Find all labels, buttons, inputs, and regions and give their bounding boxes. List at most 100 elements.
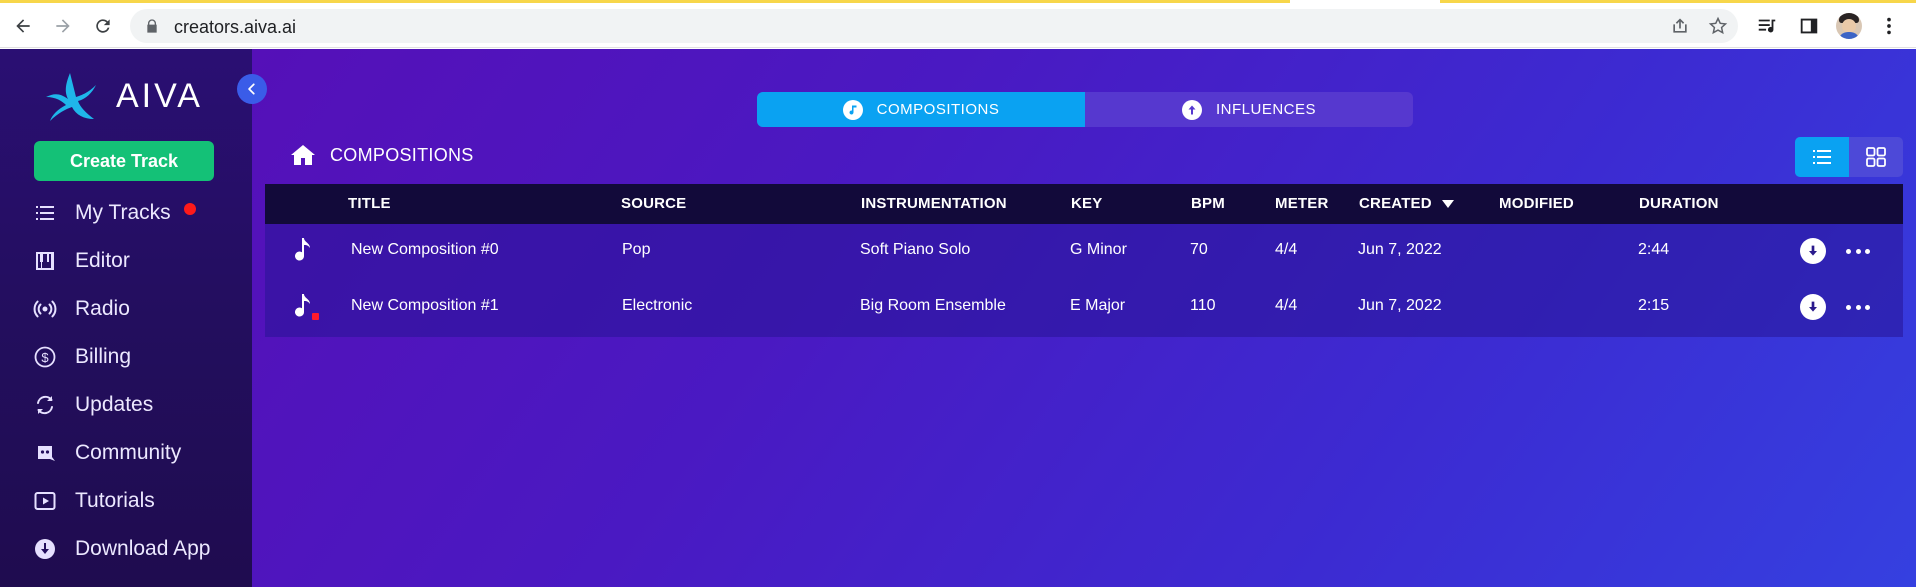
kebab-menu-icon[interactable] <box>1878 15 1900 37</box>
sidebar-item-label: Editor <box>75 249 130 272</box>
header-duration[interactable]: DURATION <box>1639 195 1719 212</box>
discord-icon <box>38 446 55 461</box>
piano-icon <box>36 252 54 270</box>
header-created[interactable]: CREATED <box>1359 195 1455 212</box>
cell-title: New Composition #0 <box>351 241 499 258</box>
header-modified[interactable]: MODIFIED <box>1499 195 1574 212</box>
new-indicator-dot <box>312 313 319 320</box>
reload-icon <box>96 19 110 33</box>
sidebar-item-community[interactable]: Community <box>0 433 252 473</box>
breadcrumb: COMPOSITIONS <box>290 143 474 167</box>
view-toggle <box>1795 137 1903 177</box>
radio-icon <box>33 300 57 318</box>
section-tabs: COMPOSITIONS INFLUENCES <box>757 92 1413 127</box>
download-icon <box>1809 301 1817 312</box>
sidebar-item-label: Radio <box>75 297 130 320</box>
music-note-icon <box>295 294 310 317</box>
sidebar-item-label: Community <box>75 441 182 464</box>
header-source[interactable]: SOURCE <box>621 195 686 212</box>
sidebar-item-billing[interactable]: $ Billing <box>0 337 252 377</box>
share-icon[interactable] <box>1670 16 1690 36</box>
header-instrumentation[interactable]: INSTRUMENTATION <box>861 195 1007 212</box>
sidebar-item-editor[interactable]: Editor <box>0 241 252 281</box>
cell-duration: 2:15 <box>1638 297 1670 314</box>
browser-toolbar: creators.aiva.ai <box>0 3 1916 48</box>
table-body: New Composition #0 Pop Soft Piano Solo G… <box>265 224 1903 337</box>
collapse-sidebar-button[interactable] <box>237 74 267 104</box>
sidebar-item-radio[interactable]: Radio <box>0 289 252 329</box>
list-view-button[interactable] <box>1795 137 1849 177</box>
cell-created: Jun 7, 2022 <box>1358 297 1442 314</box>
header-title[interactable]: TITLE <box>348 195 391 212</box>
sidebar-item-updates[interactable]: Updates <box>0 385 252 425</box>
tab-label: COMPOSITIONS <box>876 101 1000 118</box>
download-icon <box>1809 245 1817 256</box>
cell-instrumentation: Big Room Ensemble <box>860 297 1006 314</box>
header-created-label: CREATED <box>1359 195 1432 212</box>
sidebar-item-label: Billing <box>75 345 132 368</box>
forward-button[interactable] <box>48 11 78 41</box>
cell-meter: 4/4 <box>1275 241 1298 258</box>
create-track-button[interactable]: Create Track <box>34 141 214 181</box>
cell-meter: 4/4 <box>1275 297 1298 314</box>
grid-view-icon <box>1866 147 1886 167</box>
cell-duration: 2:44 <box>1638 241 1670 258</box>
address-bar[interactable]: creators.aiva.ai <box>130 9 1738 43</box>
dollar-icon: $ <box>34 346 56 368</box>
cell-key: G Minor <box>1070 241 1127 258</box>
side-panel-icon[interactable] <box>1798 15 1820 37</box>
list-view-icon <box>1813 150 1831 164</box>
home-icon[interactable] <box>290 143 316 167</box>
cell-source: Pop <box>622 241 651 258</box>
sidebar-item-label: Updates <box>75 393 154 416</box>
sidebar-item-download-app[interactable]: Download App <box>0 529 252 569</box>
table-header: TITLE SOURCE INSTRUMENTATION KEY BPM MET… <box>265 184 1903 224</box>
header-bpm[interactable]: BPM <box>1191 195 1225 212</box>
upload-arrow-icon <box>1181 99 1202 120</box>
more-options-button[interactable] <box>1842 238 1874 264</box>
arrow-right-icon <box>56 19 70 33</box>
back-button[interactable] <box>8 11 38 41</box>
table-row[interactable]: New Composition #0 Pop Soft Piano Solo G… <box>265 224 1903 280</box>
sidebar-item-label: Download App <box>75 537 211 560</box>
sidebar-item-label: My Tracks <box>75 201 171 224</box>
sidebar-item-label: Tutorials <box>75 489 155 512</box>
breadcrumb-label: COMPOSITIONS <box>330 144 474 165</box>
media-queue-icon[interactable] <box>1756 15 1778 37</box>
download-button[interactable] <box>1800 238 1826 264</box>
cell-instrumentation: Soft Piano Solo <box>860 241 971 258</box>
header-meter[interactable]: METER <box>1275 195 1329 212</box>
star-icon[interactable] <box>1708 16 1728 36</box>
grid-view-button[interactable] <box>1849 137 1903 177</box>
cell-source: Electronic <box>622 297 693 314</box>
aiva-logo-icon <box>46 73 96 121</box>
more-options-button[interactable] <box>1842 294 1874 320</box>
cell-bpm: 110 <box>1190 297 1216 314</box>
main-content: COMPOSITIONS INFLUENCES COMPOSITIONS TIT… <box>252 49 1916 587</box>
cell-title: New Composition #1 <box>351 297 499 314</box>
brand-name: AIVA <box>116 77 203 115</box>
lock-icon <box>147 19 157 33</box>
arrow-left-icon <box>16 19 30 33</box>
refresh-icon <box>37 395 53 415</box>
download-icon <box>35 539 55 559</box>
sidebar-item-tutorials[interactable]: Tutorials <box>0 481 252 521</box>
music-note-icon <box>295 238 310 261</box>
tab-influences[interactable]: INFLUENCES <box>1085 92 1413 127</box>
table-row[interactable]: New Composition #1 Electronic Big Room E… <box>265 280 1903 336</box>
header-key[interactable]: KEY <box>1071 195 1102 212</box>
chevron-left-icon <box>248 83 255 95</box>
cell-bpm: 70 <box>1190 241 1208 258</box>
profile-avatar[interactable] <box>1836 13 1862 39</box>
music-note-icon <box>842 99 863 120</box>
tab-compositions[interactable]: COMPOSITIONS <box>757 92 1085 127</box>
sidebar: AIVA Create Track My Tracks Editor Radio… <box>0 49 252 587</box>
app: AIVA Create Track My Tracks Editor Radio… <box>0 49 1916 587</box>
reload-button[interactable] <box>88 11 118 41</box>
play-icon <box>34 492 56 510</box>
download-button[interactable] <box>1800 294 1826 320</box>
compositions-table: TITLE SOURCE INSTRUMENTATION KEY BPM MET… <box>265 184 1903 337</box>
svg-text:$: $ <box>41 350 49 365</box>
sidebar-item-my-tracks[interactable]: My Tracks <box>0 193 252 233</box>
sort-down-icon <box>1441 199 1454 208</box>
